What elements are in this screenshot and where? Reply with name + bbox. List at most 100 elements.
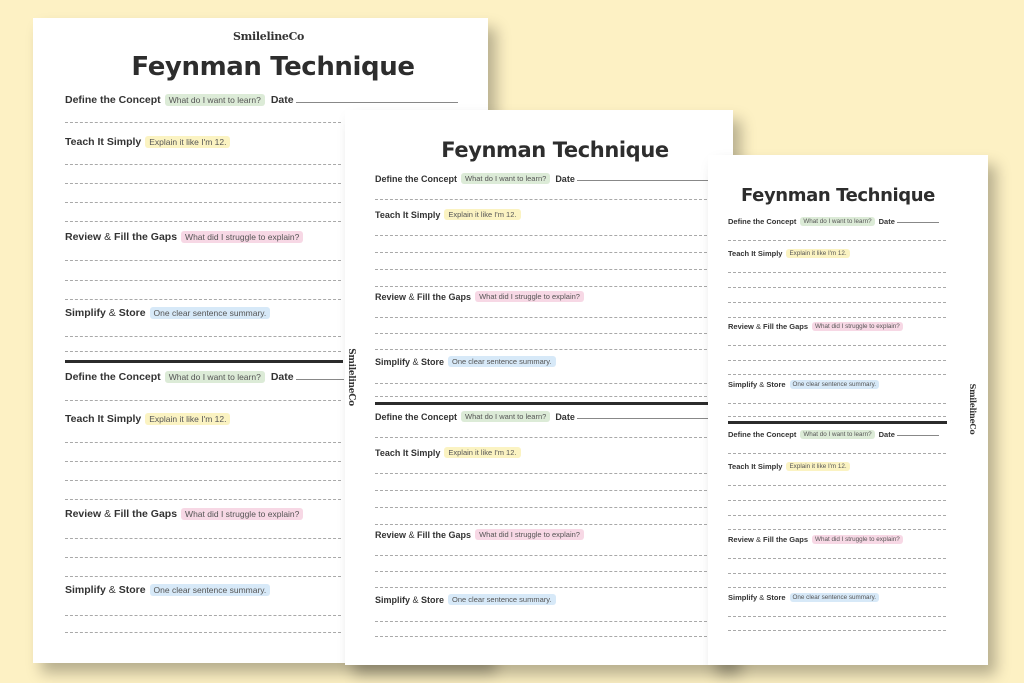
teach-simply-label: Teach It Simply (728, 462, 783, 471)
teach-simply-row: Teach It Simply Explain it like I'm 12. (728, 249, 850, 258)
worksheet-page-2: SmilelineCo Feynman Technique Define the… (345, 110, 733, 665)
date-label: Date (270, 94, 294, 106)
review-gaps-prompt: What did I struggle to explain? (181, 508, 304, 520)
simplify-store-row: Simplify & Store One clear sentence summ… (65, 307, 271, 319)
simplify-store-row: Simplify & Store One clear sentence summ… (375, 594, 556, 605)
writing-line[interactable] (728, 453, 946, 454)
simplify-store-prompt: One clear sentence summary. (149, 307, 271, 319)
teach-simply-label: Teach It Simply (375, 209, 441, 220)
page-title: Feynman Technique (741, 185, 935, 206)
date-line[interactable] (896, 221, 939, 223)
writing-line[interactable] (65, 557, 341, 558)
writing-line[interactable] (375, 252, 707, 253)
writing-line[interactable] (65, 202, 341, 203)
define-concept-label: Define the Concept (728, 217, 797, 226)
writing-line[interactable] (375, 507, 707, 508)
writing-line[interactable] (375, 349, 707, 350)
writing-line[interactable] (65, 183, 341, 184)
define-concept-prompt: What do I want to learn? (461, 173, 551, 184)
writing-line[interactable] (65, 632, 341, 633)
writing-line[interactable] (375, 317, 707, 318)
simplify-store-row: Simplify & Store One clear sentence summ… (375, 356, 556, 367)
teach-simply-row: Teach It Simply Explain it like I'm 12. (375, 447, 521, 458)
writing-line[interactable] (728, 558, 946, 559)
writing-line[interactable] (65, 461, 341, 462)
writing-line[interactable] (65, 538, 341, 539)
writing-line[interactable] (728, 317, 946, 318)
writing-line[interactable] (375, 571, 707, 572)
writing-line[interactable] (728, 287, 946, 288)
writing-line[interactable] (375, 473, 707, 474)
writing-line[interactable] (728, 374, 946, 375)
writing-line[interactable] (728, 403, 946, 404)
writing-line[interactable] (728, 485, 946, 486)
writing-line[interactable] (65, 442, 341, 443)
date-line[interactable] (295, 101, 458, 103)
writing-line[interactable] (65, 164, 341, 165)
writing-line[interactable] (728, 360, 946, 361)
writing-line[interactable] (728, 515, 946, 516)
date-line[interactable] (896, 434, 939, 436)
writing-line[interactable] (375, 621, 707, 622)
date-line[interactable] (576, 179, 712, 181)
writing-line[interactable] (375, 383, 707, 384)
review-gaps-row: Review & Fill the Gaps What did I strugg… (65, 231, 304, 243)
writing-line[interactable] (728, 500, 946, 501)
define-concept-prompt: What do I want to learn? (461, 411, 551, 422)
writing-line[interactable] (65, 576, 341, 577)
define-concept-row: Define the Concept What do I want to lea… (375, 411, 712, 422)
review-gaps-label: Review & Fill the Gaps (65, 508, 178, 520)
teach-simply-row: Teach It Simply Explain it like I'm 12. (65, 413, 231, 425)
writing-line[interactable] (728, 272, 946, 273)
define-concept-prompt: What do I want to learn? (800, 430, 875, 439)
date-line[interactable] (295, 378, 344, 380)
writing-line[interactable] (375, 587, 707, 588)
teach-simply-label: Teach It Simply (375, 447, 441, 458)
simplify-store-row: Simplify & Store One clear sentence summ… (728, 380, 880, 389)
writing-line[interactable] (375, 636, 707, 637)
review-gaps-label: Review & Fill the Gaps (375, 529, 472, 540)
writing-line[interactable] (65, 336, 341, 337)
writing-line[interactable] (728, 240, 946, 241)
writing-line[interactable] (728, 302, 946, 303)
writing-line[interactable] (728, 529, 946, 530)
writing-line[interactable] (65, 280, 341, 281)
section-divider (728, 421, 947, 424)
page-title: Feynman Technique (131, 52, 415, 82)
date-line[interactable] (576, 417, 712, 419)
writing-line[interactable] (375, 235, 707, 236)
writing-line[interactable] (65, 221, 341, 222)
review-gaps-row: Review & Fill the Gaps What did I strugg… (728, 322, 903, 331)
writing-line[interactable] (728, 630, 946, 631)
writing-line[interactable] (375, 269, 707, 270)
writing-line[interactable] (65, 299, 341, 300)
writing-line[interactable] (65, 499, 341, 500)
writing-line[interactable] (65, 480, 341, 481)
writing-line[interactable] (65, 400, 341, 401)
writing-line[interactable] (375, 286, 707, 287)
writing-line[interactable] (728, 616, 946, 617)
writing-line[interactable] (375, 396, 707, 397)
writing-line[interactable] (375, 524, 707, 525)
writing-line[interactable] (728, 345, 946, 346)
writing-line[interactable] (375, 437, 707, 438)
writing-line[interactable] (728, 416, 946, 417)
writing-line[interactable] (375, 490, 707, 491)
writing-line[interactable] (728, 587, 946, 588)
date-label: Date (555, 411, 575, 422)
writing-line[interactable] (375, 199, 707, 200)
teach-simply-label: Teach It Simply (728, 249, 783, 258)
define-concept-row: Define the Concept What do I want to lea… (65, 371, 344, 383)
writing-line[interactable] (65, 615, 341, 616)
writing-line[interactable] (65, 122, 341, 123)
writing-line[interactable] (728, 573, 946, 574)
writing-line[interactable] (375, 333, 707, 334)
writing-line[interactable] (65, 260, 341, 261)
simplify-store-label: Simplify & Store (375, 594, 445, 605)
teach-simply-row: Teach It Simply Explain it like I'm 12. (375, 209, 521, 220)
define-concept-row: Define the Concept What do I want to lea… (728, 430, 939, 439)
define-concept-label: Define the Concept (375, 173, 458, 184)
writing-line[interactable] (65, 351, 341, 352)
writing-line[interactable] (375, 555, 707, 556)
simplify-store-label: Simplify & Store (728, 380, 786, 389)
